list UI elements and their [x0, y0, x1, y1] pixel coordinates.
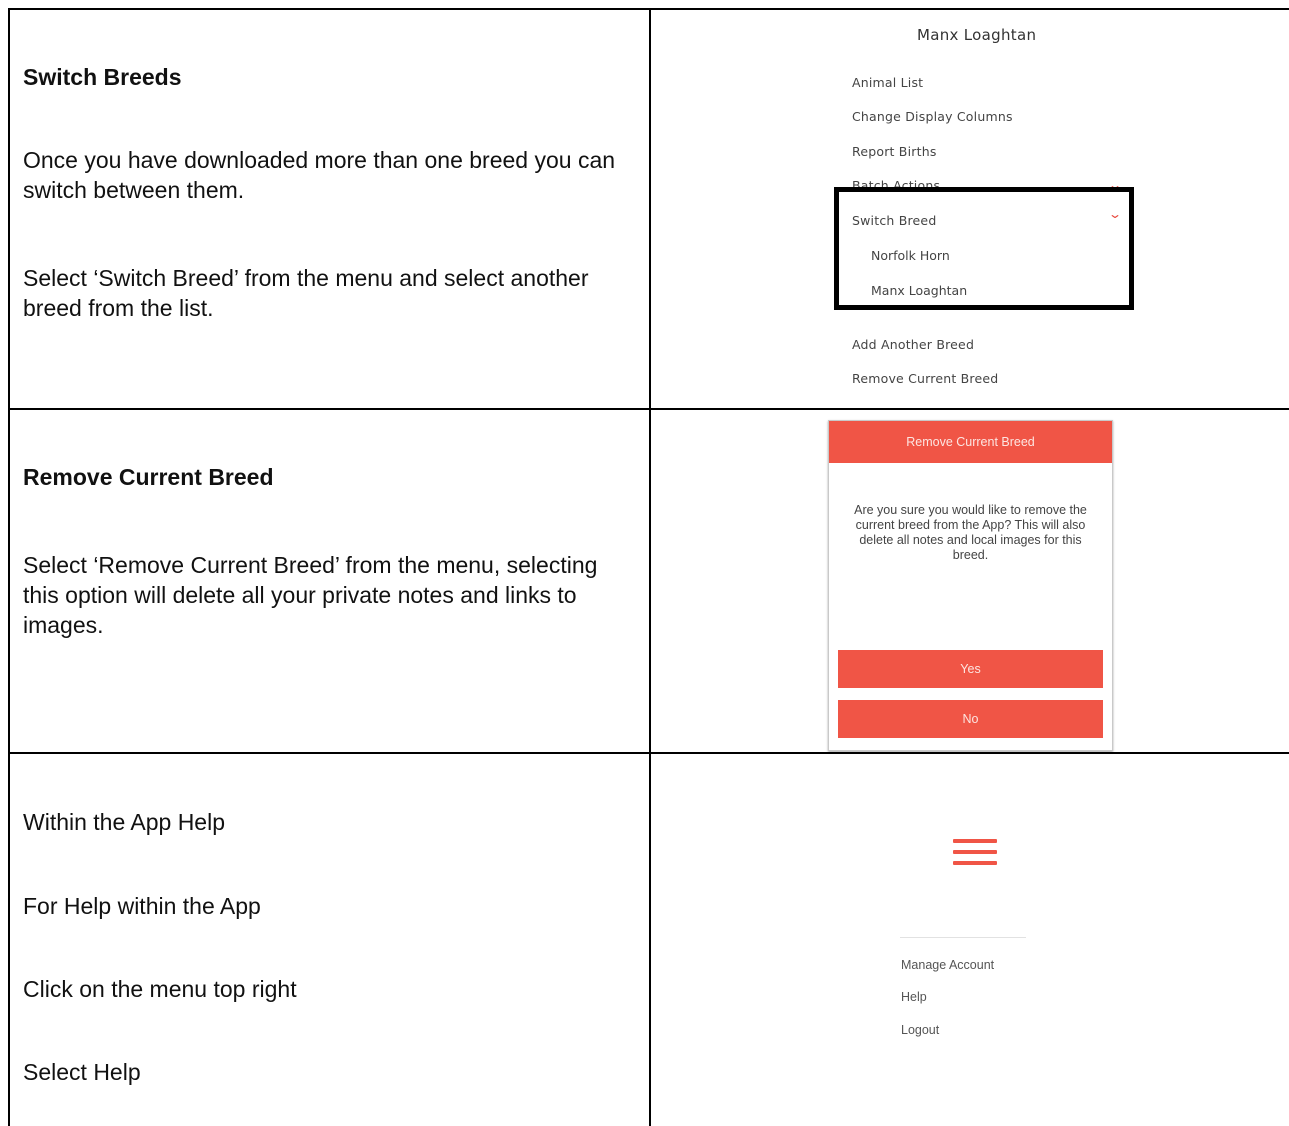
remove-breed-dialog: Remove Current Breed Are you sure you wo…: [828, 420, 1113, 751]
section-heading-switch-breeds: Switch Breeds: [23, 64, 182, 90]
switch-breeds-paragraph-2: Select ‘Switch Breed’ from the menu and …: [23, 265, 589, 321]
help-paragraph-3: Click on the menu top right: [23, 976, 297, 1002]
menu-item-change-display-columns[interactable]: Change Display Columns: [852, 109, 1013, 124]
switch-breed-menu-screenshot: Manx Loaghtan Animal List Change Display…: [651, 10, 1289, 408]
menu-item-help[interactable]: Help: [901, 990, 927, 1004]
yes-button[interactable]: Yes: [838, 650, 1103, 688]
menu-divider: [900, 937, 1026, 938]
menu-item-animal-list[interactable]: Animal List: [852, 75, 923, 90]
current-breed-title: Manx Loaghtan: [917, 26, 1037, 44]
table-border-left: [8, 8, 10, 1126]
menu-item-manage-account[interactable]: Manage Account: [901, 958, 994, 972]
menu-item-remove-current-breed[interactable]: Remove Current Breed: [852, 371, 998, 386]
section-heading-remove-current-breed: Remove Current Breed: [23, 464, 274, 490]
help-paragraph-4: Select Help: [23, 1059, 141, 1085]
breed-option-norfolk-horn[interactable]: Norfolk Horn: [871, 248, 950, 263]
chevron-down-icon[interactable]: ⌄: [1108, 207, 1122, 221]
no-button[interactable]: No: [838, 700, 1103, 738]
dialog-message: Are you sure you would like to remove th…: [854, 503, 1087, 562]
table-row-divider-1: [8, 408, 1289, 410]
menu-item-switch-breed[interactable]: Switch Breed: [852, 213, 936, 228]
breed-option-manx-loaghtan[interactable]: Manx Loaghtan: [871, 283, 967, 298]
remove-breed-paragraph: Select ‘Remove Current Breed’ from the m…: [23, 552, 598, 638]
menu-item-logout[interactable]: Logout: [901, 1023, 939, 1037]
menu-item-add-another-breed[interactable]: Add Another Breed: [852, 337, 974, 352]
hamburger-menu-icon[interactable]: [953, 839, 997, 872]
menu-item-report-births[interactable]: Report Births: [852, 144, 937, 159]
table-row-divider-2: [8, 752, 1289, 754]
dialog-header: Remove Current Breed: [829, 421, 1112, 463]
help-paragraph-2: For Help within the App: [23, 893, 261, 919]
help-paragraph-1: Within the App Help: [23, 809, 226, 835]
switch-breeds-paragraph-1: Once you have downloaded more than one b…: [23, 147, 616, 203]
